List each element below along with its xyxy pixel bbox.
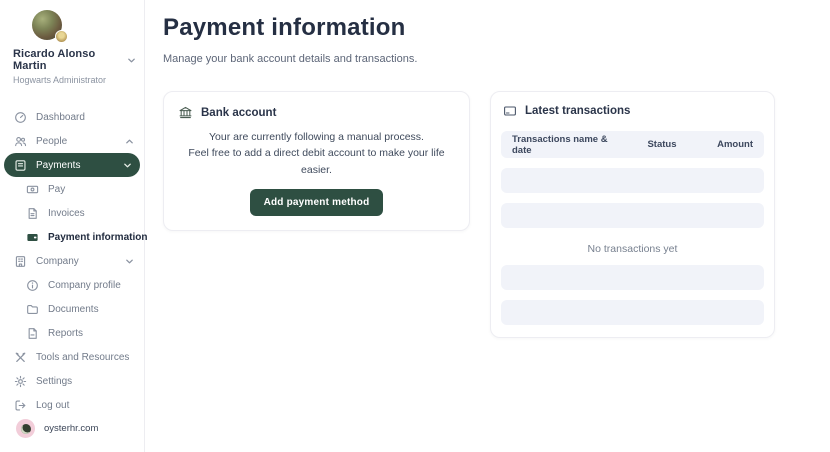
report-icon (26, 327, 39, 340)
column-header-status: Status (647, 139, 677, 150)
column-header-amount: Amount (717, 139, 753, 150)
transaction-placeholder-row (501, 168, 764, 193)
transactions-icon (503, 104, 517, 118)
bank-account-card: Bank account Your are currently followin… (163, 91, 470, 231)
sidebar-item-company[interactable]: Company (0, 249, 144, 273)
oyster-logo-icon (16, 419, 35, 438)
sidebar-item-label: Company (36, 255, 79, 267)
brand-footer[interactable]: oysterhr.com (0, 419, 144, 452)
sidebar-item-log-out[interactable]: Log out (0, 393, 144, 417)
people-icon (14, 135, 27, 148)
wallet-icon (26, 231, 39, 244)
pay-icon (26, 183, 39, 196)
sidebar-item-settings[interactable]: Settings (0, 369, 144, 393)
sidebar-item-label: Company profile (48, 279, 121, 291)
transaction-placeholder-row (501, 203, 764, 228)
folder-icon (26, 303, 39, 316)
sidebar-item-pay[interactable]: Pay (0, 177, 144, 201)
app-root: Ricardo Alonso Martin Hogwarts Administr… (0, 0, 830, 452)
info-icon (26, 279, 39, 292)
sidebar-nav: Dashboard People Payments Pay Invoices P… (0, 105, 148, 417)
chevron-down-icon (127, 56, 136, 65)
sidebar-item-label: Settings (36, 375, 73, 387)
sidebar-item-reports[interactable]: Reports (0, 321, 144, 345)
payments-icon (14, 159, 27, 172)
chevron-down-icon (123, 161, 132, 170)
chevron-up-icon (125, 137, 134, 146)
sidebar-item-invoices[interactable]: Invoices (0, 201, 144, 225)
latest-transactions-card: Latest transactions Transactions name & … (490, 91, 775, 338)
user-profile-menu[interactable]: Ricardo Alonso Martin Hogwarts Administr… (0, 10, 144, 85)
sidebar-item-label: Dashboard (36, 111, 85, 123)
sidebar-item-label: Pay (48, 183, 66, 195)
transaction-placeholder-row (501, 265, 764, 290)
bank-card-line2: Feel free to add a direct debit account … (188, 147, 445, 176)
user-name: Ricardo Alonso Martin (13, 48, 96, 72)
add-payment-method-button[interactable]: Add payment method (249, 188, 384, 216)
sidebar-item-tools-and-resources[interactable]: Tools and Resources (0, 345, 144, 369)
sidebar-item-label: Payments (36, 159, 81, 171)
transactions-card-title: Latest transactions (525, 105, 631, 117)
sidebar-item-label: Documents (48, 303, 99, 315)
bank-card-line1: Your are currently following a manual pr… (209, 131, 424, 143)
logout-icon (14, 399, 27, 412)
bank-card-title: Bank account (201, 106, 277, 119)
empty-state-text: No transactions yet (587, 243, 678, 255)
sidebar-item-company-profile[interactable]: Company profile (0, 273, 144, 297)
transactions-table-header: Transactions name & date Status Amount (501, 131, 764, 158)
column-header-name-date: Transactions name & date (512, 133, 608, 156)
company-icon (14, 255, 27, 268)
main-content: Payment information Manage your bank acc… (145, 0, 830, 452)
tools-icon (14, 351, 27, 364)
bank-icon (178, 105, 193, 120)
sidebar-item-payment-information[interactable]: Payment information (0, 225, 148, 249)
sidebar-item-label: Payment information (48, 231, 148, 243)
sidebar-item-label: Log out (36, 399, 70, 411)
sidebar-item-payments[interactable]: Payments (4, 153, 140, 177)
dashboard-icon (14, 111, 27, 124)
chevron-down-icon (125, 257, 134, 266)
sidebar-item-people[interactable]: People (0, 129, 144, 153)
sidebar-item-dashboard[interactable]: Dashboard (0, 105, 144, 129)
page-title: Payment information (163, 14, 406, 41)
crest-badge-icon (55, 30, 68, 43)
sidebar-item-label: Invoices (48, 207, 85, 219)
gear-icon (14, 375, 27, 388)
sidebar-item-label: People (36, 135, 68, 147)
page-subtitle: Manage your bank account details and tra… (163, 53, 418, 65)
brand-label: oysterhr.com (44, 423, 99, 434)
invoices-icon (26, 207, 39, 220)
sidebar-item-label: Reports (48, 327, 84, 339)
sidebar-item-documents[interactable]: Documents (0, 297, 144, 321)
user-role: Hogwarts Administrator (13, 75, 107, 85)
sidebar-item-label: Tools and Resources (36, 351, 130, 363)
transaction-placeholder-row (501, 300, 764, 325)
sidebar: Ricardo Alonso Martin Hogwarts Administr… (0, 0, 148, 452)
